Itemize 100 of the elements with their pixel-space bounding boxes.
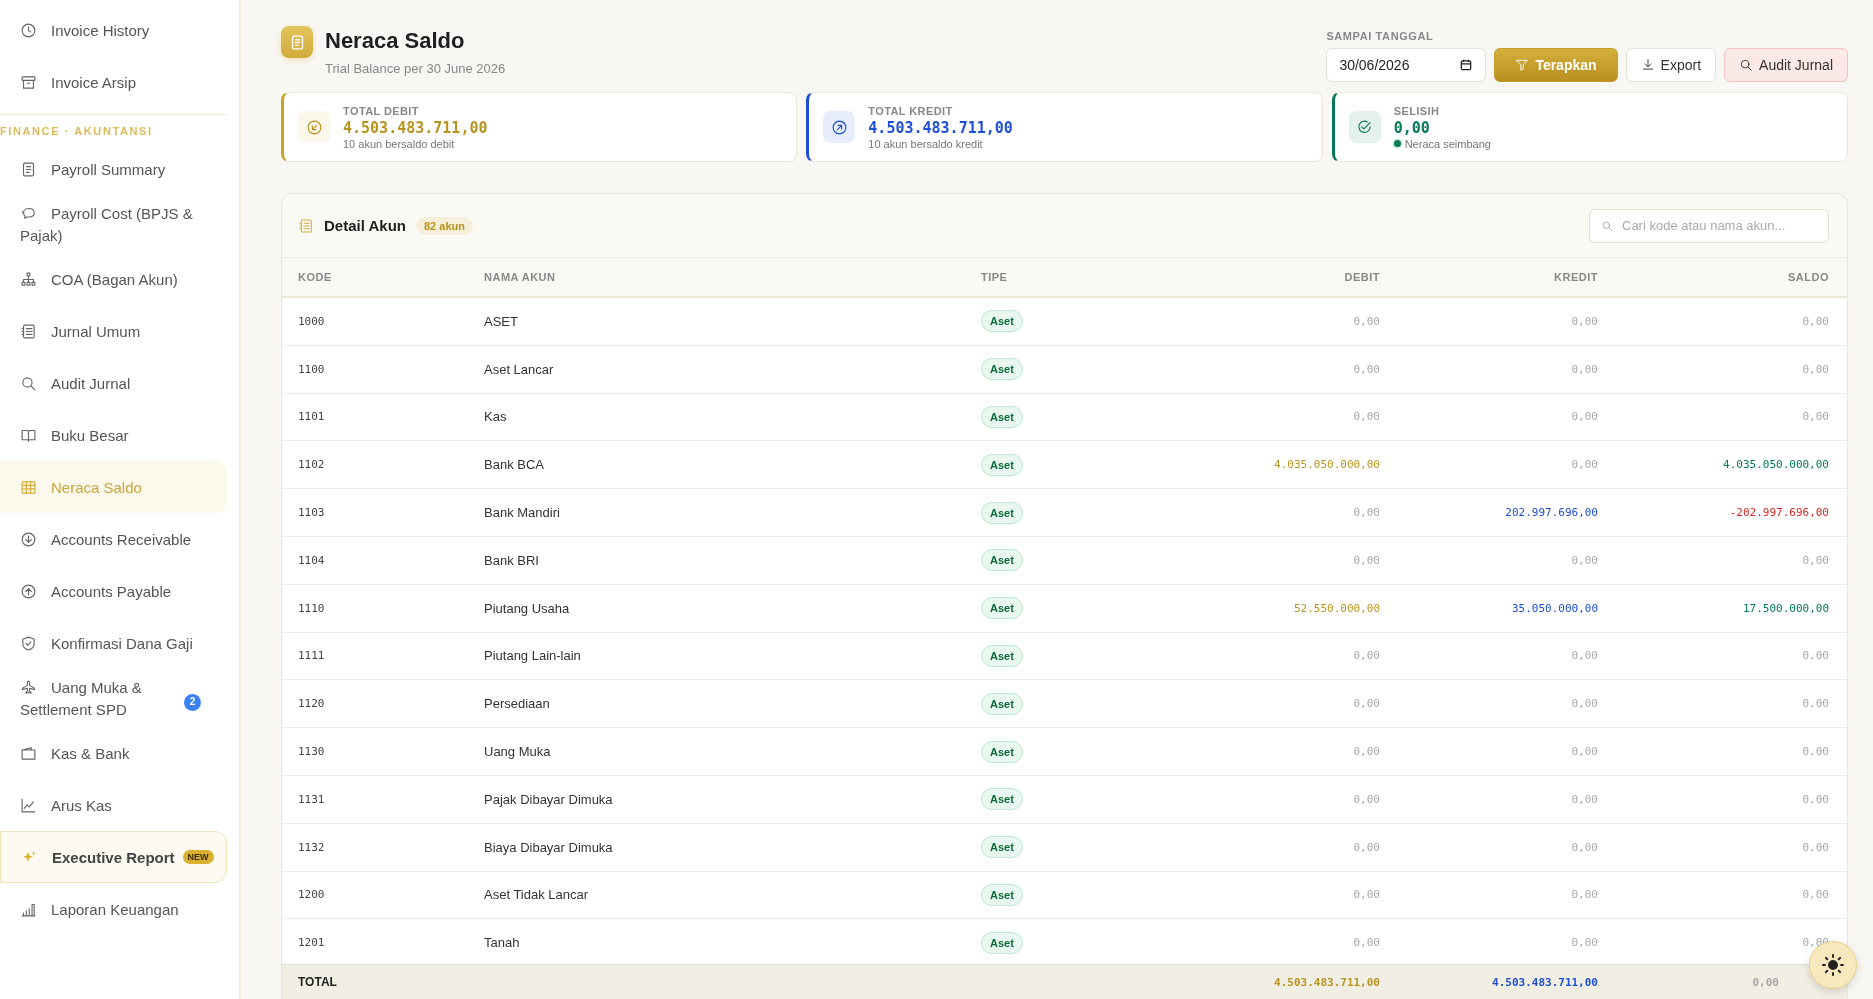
arrow-down-circle-icon bbox=[20, 530, 37, 548]
table-cell-text: 17.500.000,00 bbox=[1741, 601, 1829, 615]
table-cell-text: 0,00 bbox=[1352, 410, 1380, 424]
column-header: DEBIT bbox=[1343, 271, 1380, 283]
table-cell-text: 1104 bbox=[298, 553, 326, 567]
card-label: TOTAL KREDIT bbox=[868, 104, 954, 117]
table-cell-text: 0,00 bbox=[1352, 649, 1380, 663]
sidebar-item[interactable]: Payroll Cost (BPJS & Pajak) bbox=[0, 195, 227, 253]
table-cell-text: 0,00 bbox=[1801, 362, 1829, 376]
list-icon bbox=[298, 217, 314, 234]
sidebar-item[interactable]: Payroll Summary bbox=[0, 143, 227, 195]
download-icon bbox=[1640, 58, 1655, 72]
sidebar-item[interactable]: COA (Bagan Akun) bbox=[0, 253, 227, 305]
line-chart-icon bbox=[20, 796, 37, 814]
table-cell-text: Aset Lancar bbox=[484, 361, 555, 377]
type-tag: Aset bbox=[981, 358, 1023, 381]
export-button[interactable]: Export bbox=[1625, 48, 1717, 82]
total-label: TOTAL bbox=[298, 975, 338, 989]
table-title: Detail Akun bbox=[324, 217, 406, 234]
table-cell-text: 1103 bbox=[298, 506, 326, 520]
table-cell-text: 0,00 bbox=[1352, 840, 1380, 854]
sidebar-item[interactable]: Buku Besar bbox=[0, 409, 227, 461]
table-cell-text: 0,00 bbox=[1570, 458, 1598, 472]
date-label: SAMPAI TANGGAL bbox=[1326, 30, 1435, 42]
sidebar-item[interactable]: Laporan Keuangan bbox=[0, 883, 227, 935]
table-cell-text: Pajak Dibayar Dimuka bbox=[484, 791, 614, 807]
sidebar-item[interactable]: Invoice History bbox=[0, 4, 227, 56]
arrow-up-circle-icon bbox=[20, 582, 37, 600]
type-tag: Aset bbox=[981, 501, 1023, 524]
column-header: NAMA AKUN bbox=[484, 271, 557, 283]
sidebar-item[interactable]: Jurnal Umum bbox=[0, 305, 227, 357]
table-icon bbox=[20, 478, 37, 496]
section-heading: FINANCE · AKUNTANSI bbox=[0, 114, 227, 143]
card-value: 4.503.483.711,00 bbox=[868, 118, 1013, 137]
table-cell-text: 0,00 bbox=[1801, 697, 1829, 711]
document-icon bbox=[20, 160, 37, 178]
table-cell-text: 0,00 bbox=[1570, 888, 1598, 902]
type-tag: Aset bbox=[981, 310, 1023, 333]
sun-icon bbox=[1821, 953, 1845, 977]
audit-button[interactable]: Audit Jurnal bbox=[1724, 48, 1848, 82]
table-cell-text: 0,00 bbox=[1352, 745, 1380, 759]
sidebar-item[interactable]: Uang Muka & Settlement SPD 2 bbox=[0, 669, 227, 727]
table-cell-text: 1130 bbox=[298, 745, 326, 759]
type-tag: Aset bbox=[981, 644, 1023, 667]
calendar-icon bbox=[1459, 58, 1474, 72]
search-icon bbox=[1739, 58, 1754, 72]
table-cell-text: Bank BRI bbox=[484, 552, 540, 568]
sidebar-item[interactable]: Executive Report NEW bbox=[0, 831, 227, 883]
table-cell-text: 0,00 bbox=[1570, 936, 1598, 950]
type-tag: Aset bbox=[981, 549, 1023, 572]
table-cell-text: 0,00 bbox=[1801, 792, 1829, 806]
table-cell-text: 202.997.696,00 bbox=[1504, 506, 1598, 520]
page-title: Neraca Saldo bbox=[325, 28, 466, 54]
table-cell-text: 4.035.050.000,00 bbox=[1722, 458, 1829, 472]
type-tag: Aset bbox=[981, 406, 1023, 428]
page-subtitle: Trial Balance per 30 June 2026 bbox=[325, 61, 506, 76]
search-field[interactable]: Cari kode atau nama akun... bbox=[1589, 208, 1829, 243]
type-tag: Aset bbox=[981, 453, 1023, 476]
table-cell-text: 0,00 bbox=[1352, 792, 1380, 806]
table-cell-text: 0,00 bbox=[1352, 936, 1380, 950]
column-header: KODE bbox=[298, 271, 333, 283]
type-tag: Aset bbox=[981, 692, 1023, 715]
sidebar-item[interactable]: Konfirmasi Dana Gaji bbox=[0, 617, 227, 669]
sidebar-item[interactable]: Audit Jurnal bbox=[0, 357, 227, 409]
table-cell-text: 0,00 bbox=[1352, 362, 1380, 376]
sidebar-item[interactable]: Arus Kas bbox=[0, 779, 227, 831]
count-badge: 2 bbox=[184, 693, 201, 711]
table-cell-text: 1111 bbox=[298, 649, 326, 663]
arrow-out-icon bbox=[830, 118, 848, 136]
arrow-in-icon bbox=[305, 118, 323, 136]
shield-check-icon bbox=[20, 634, 37, 652]
type-tag: Aset bbox=[981, 883, 1023, 906]
search-icon bbox=[20, 374, 37, 392]
table-cell-text: 0,00 bbox=[1570, 840, 1598, 854]
total-cell-text: 4.503.483.711,00 bbox=[1491, 975, 1598, 989]
sidebar-item[interactable]: Accounts Payable bbox=[0, 565, 227, 617]
sidebar-item[interactable]: Kas & Bank bbox=[0, 727, 227, 779]
table-cell-text: Bank BCA bbox=[484, 457, 545, 473]
card-note: 10 akun bersaldo debit bbox=[343, 137, 455, 150]
date-field[interactable]: 30/06/2026 bbox=[1326, 48, 1487, 82]
table-cell-text: 0,00 bbox=[1801, 888, 1829, 902]
card-label: TOTAL DEBIT bbox=[343, 104, 420, 117]
table-cell-text: 0,00 bbox=[1570, 697, 1598, 711]
table-cell-text: 0,00 bbox=[1570, 362, 1598, 376]
type-tag: Aset bbox=[981, 788, 1023, 811]
table-cell-text: 1201 bbox=[298, 936, 326, 950]
table-cell-text: 0,00 bbox=[1801, 410, 1829, 424]
type-tag: Aset bbox=[981, 931, 1023, 954]
table-cell-text: Bank Mandiri bbox=[484, 505, 561, 521]
sidebar-item[interactable]: Accounts Receivable bbox=[0, 513, 227, 565]
table-cell-text: 0,00 bbox=[1570, 553, 1598, 567]
total-cell-text: 4.503.483.711,00 bbox=[1273, 975, 1380, 989]
sidebar-item[interactable]: Invoice Arsip bbox=[0, 56, 227, 108]
wallet-icon bbox=[20, 744, 37, 762]
type-tag: Aset bbox=[981, 597, 1023, 620]
page-logo-icon bbox=[281, 26, 313, 58]
card-value: 0,00 bbox=[1393, 118, 1431, 137]
table-cell-text: 1120 bbox=[298, 697, 326, 711]
table-cell-text: Biaya Dibayar Dimuka bbox=[484, 839, 614, 855]
card-label: SELISIH bbox=[1393, 104, 1441, 117]
